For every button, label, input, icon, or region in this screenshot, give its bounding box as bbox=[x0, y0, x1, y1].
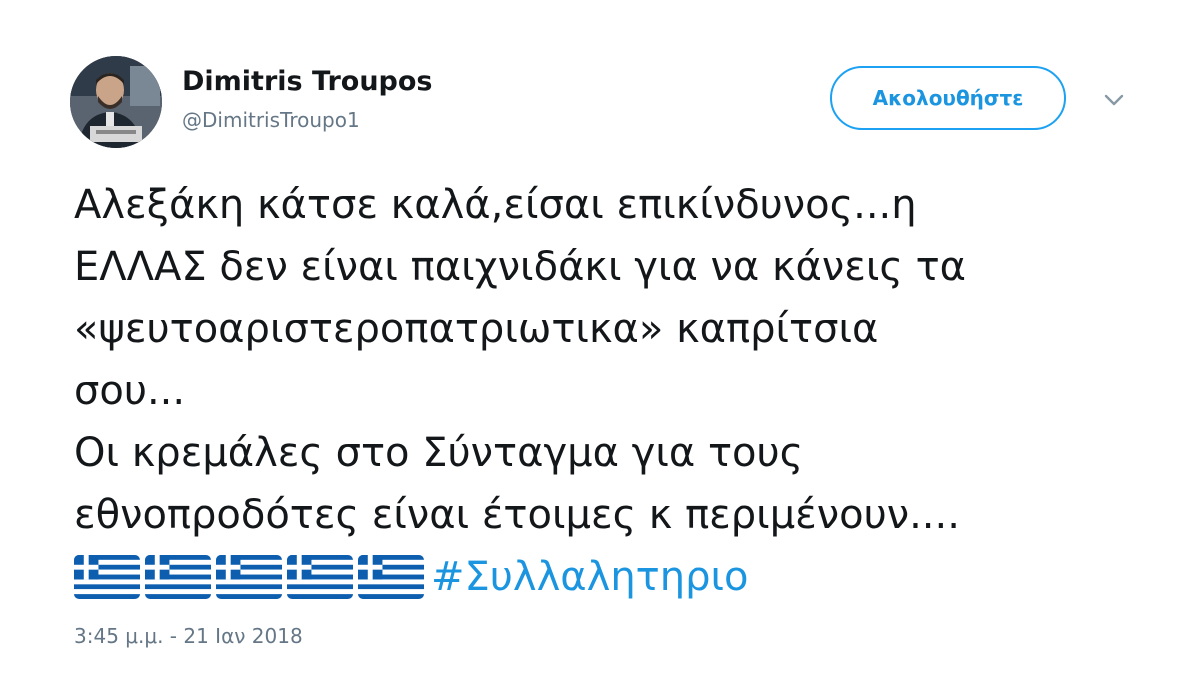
tweet-text-line: εθνοπροδότες είναι έτοιμες κ περιμένουν.… bbox=[74, 492, 960, 538]
greece-flag-icon bbox=[216, 555, 282, 599]
flags-and-hashtag-line: #Συλλαλητηριο bbox=[74, 546, 1154, 608]
user-handle[interactable]: @DimitrisTroupo1 bbox=[182, 108, 360, 132]
greece-flag-icon bbox=[145, 555, 211, 599]
avatar-photo bbox=[70, 56, 162, 148]
tweet-text: Αλεξάκη κάτσε καλά,είσαι επικίνδυνος...η… bbox=[74, 174, 1154, 608]
chevron-down-icon[interactable] bbox=[1100, 90, 1128, 110]
tweet-text-line: Οι κρεμάλες στο Σύνταγμα για τους bbox=[74, 430, 804, 476]
tweet-timestamp[interactable]: 3:45 μ.μ. - 21 Ιαν 2018 bbox=[74, 624, 303, 648]
greece-flag-icon bbox=[287, 555, 353, 599]
greece-flag-icon bbox=[358, 555, 424, 599]
hashtag-link[interactable]: #Συλλαλητηριο bbox=[431, 546, 749, 608]
display-name[interactable]: Dimitris Troupos bbox=[182, 66, 433, 97]
tweet-text-line: ΕΛΛΑΣ δεν είναι παιχνιδάκι για να κάνεις… bbox=[74, 244, 967, 290]
greece-flag-icon bbox=[74, 555, 140, 599]
tweet-text-line: σου... bbox=[74, 368, 186, 414]
tweet-text-line: «ψευτοαριστεροπατριωτικα» καπρίτσια bbox=[74, 306, 879, 352]
follow-button[interactable]: Ακολουθήστε bbox=[830, 66, 1066, 130]
tweet-text-line: Αλεξάκη κάτσε καλά,είσαι επικίνδυνος...η bbox=[74, 182, 917, 228]
avatar[interactable] bbox=[70, 56, 162, 148]
tweet-card: Dimitris Troupos @DimitrisTroupo1 Ακολου… bbox=[0, 0, 1200, 681]
flag-emoji-group bbox=[74, 555, 429, 599]
